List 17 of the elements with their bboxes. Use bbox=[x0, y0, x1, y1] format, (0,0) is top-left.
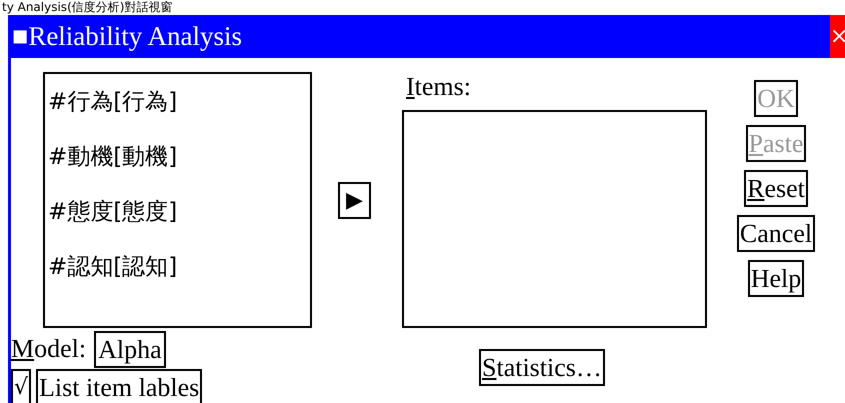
variable-item[interactable]: #認知[認知] bbox=[45, 248, 310, 286]
checkbox[interactable]: √ bbox=[11, 369, 31, 403]
items-label: Items: bbox=[405, 72, 472, 103]
window-title: ■Reliability Analysis bbox=[11, 21, 242, 52]
items-list[interactable] bbox=[402, 110, 707, 328]
dialog-button[interactable]: Cancel bbox=[736, 215, 816, 252]
variable-item[interactable]: #行為[行為] bbox=[45, 83, 310, 121]
variable-item[interactable]: #動機[動機] bbox=[45, 138, 310, 176]
dialog-button[interactable]: Reset bbox=[744, 170, 808, 207]
move-button[interactable]: ▶ bbox=[338, 182, 371, 218]
caption-text: ty Analysis(信度分析)對話視窗 bbox=[1, 0, 174, 15]
model-dropdown[interactable]: Alpha bbox=[94, 330, 166, 368]
statistics-button[interactable]: Statistics… bbox=[479, 349, 605, 386]
variable-item[interactable]: #態度[態度] bbox=[45, 193, 310, 231]
checkbox-label: List item lables bbox=[36, 369, 202, 403]
model-label: Model: bbox=[11, 334, 86, 364]
dialog-button[interactable]: Help bbox=[748, 260, 804, 297]
